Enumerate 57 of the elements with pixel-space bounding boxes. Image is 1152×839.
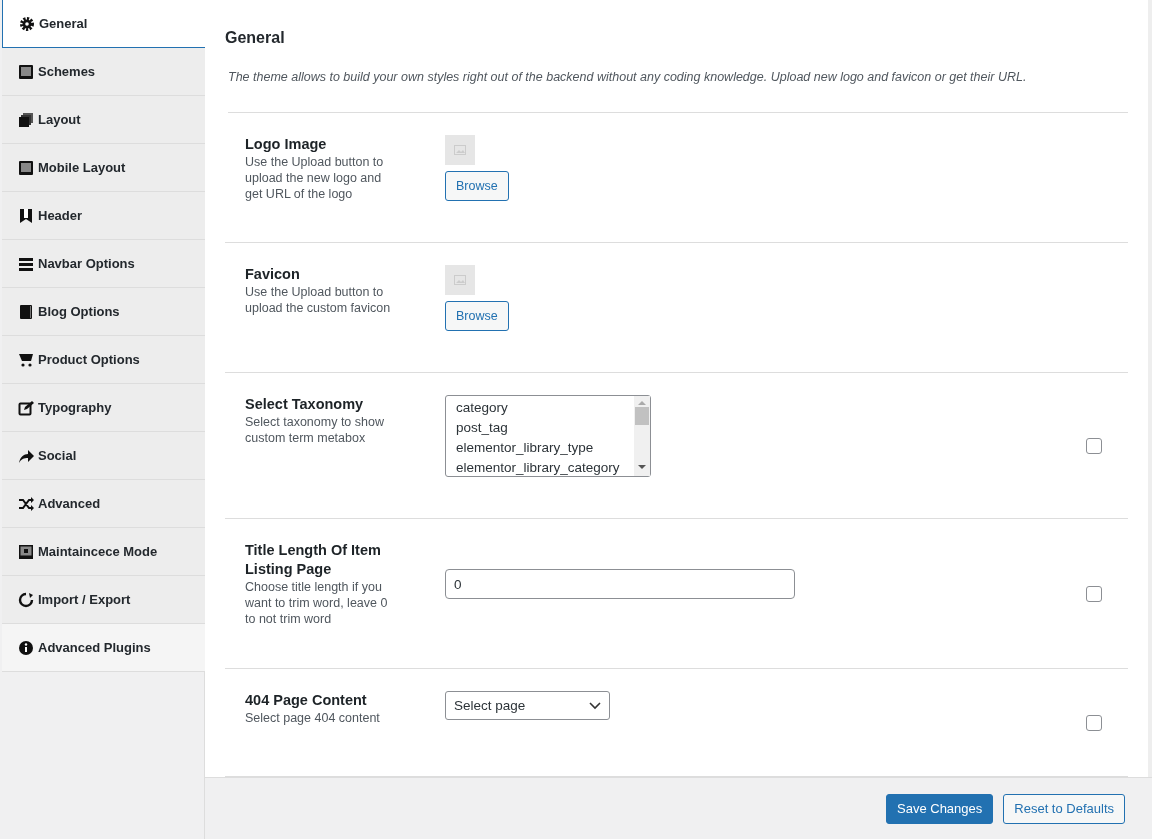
sidebar-tab[interactable]: Typography (2, 384, 205, 432)
sidebar-tab[interactable]: Import / Export (2, 576, 205, 624)
title-length-input[interactable]: 0 (445, 569, 795, 599)
checkbox[interactable] (1086, 585, 1102, 602)
sidebar-tab[interactable]: Advanced (2, 480, 205, 528)
taxonomy-listbox[interactable]: category post_tag elementor_library_type elementor_library_category (445, 395, 651, 477)
image-icon (454, 275, 466, 285)
field-description: Use the Upload button to upload the custom favicon (245, 283, 392, 316)
sidebar-tab[interactable]: Layout (2, 96, 205, 144)
gear-icon (19, 15, 35, 32)
sidebar-tab[interactable]: Maintaincece Mode (2, 528, 205, 576)
field-title: Logo Image (245, 135, 328, 154)
field-title: Select Taxonomy (245, 395, 365, 414)
section-title: General (225, 29, 286, 47)
menu-icon (18, 255, 34, 272)
share-arrow-icon (18, 447, 34, 464)
image-icon (454, 145, 466, 155)
book-icon (18, 303, 34, 320)
refresh-icon (18, 591, 34, 608)
field-description: Use the Upload button to upload the new logo and get URL of the logo (245, 153, 385, 202)
page-select[interactable]: Select page (445, 691, 610, 720)
chevron-down-icon (589, 701, 601, 710)
sidebar-tab[interactable]: General (2, 0, 206, 48)
shuffle-icon (18, 495, 34, 512)
sidebar-tab[interactable]: Advanced Plugins (2, 624, 205, 672)
sidebar-tab[interactable]: Header (2, 192, 205, 240)
checkbox[interactable] (1086, 437, 1102, 454)
tablet-icon (18, 159, 34, 176)
cart-icon (18, 351, 34, 368)
edit-icon (18, 399, 34, 416)
browse-button[interactable]: Browse (445, 301, 509, 331)
field-title: 404 Page Content (245, 691, 368, 710)
sidebar-tab[interactable]: Navbar Options (2, 240, 205, 288)
checkbox[interactable] (1086, 714, 1102, 731)
field-title: Title Length Of Item Listing Page (245, 541, 382, 579)
tablet-icon (18, 63, 34, 80)
stacked-squares-icon (18, 111, 34, 128)
sidebar-tab[interactable]: Product Options (2, 336, 205, 384)
list-option[interactable]: post_tag (456, 418, 634, 438)
save-button[interactable]: Save Changes (886, 793, 994, 824)
field-description: Select taxonomy to show custom term metabox (245, 413, 385, 446)
section-description: The theme allows to build your own styles right out of the backend without any coding knowledge. Upload new logo and favicon or get their URL. (228, 70, 1128, 113)
sidebar-tab[interactable]: Schemes (2, 48, 205, 96)
bookmark-icon (18, 207, 34, 224)
sidebar-tab[interactable]: Blog Options (2, 288, 205, 336)
sidebar-tab[interactable]: Mobile Layout (2, 144, 205, 192)
list-option[interactable]: elementor_library_category (456, 458, 634, 476)
sidebar-tab[interactable]: Social (2, 432, 205, 480)
list-option[interactable]: category (456, 398, 634, 418)
field-description: Choose title length if you want to trim word, leave 0 to not trim word (245, 578, 389, 627)
field-description: Select page 404 content (245, 709, 381, 726)
field-title: Favicon (245, 265, 301, 284)
scrollbar[interactable] (634, 396, 650, 476)
reset-button[interactable]: Reset to Defaults (1003, 793, 1125, 824)
info-icon (18, 639, 34, 656)
browse-button[interactable]: Browse (445, 171, 509, 201)
list-option[interactable]: elementor_library_type (456, 438, 634, 458)
